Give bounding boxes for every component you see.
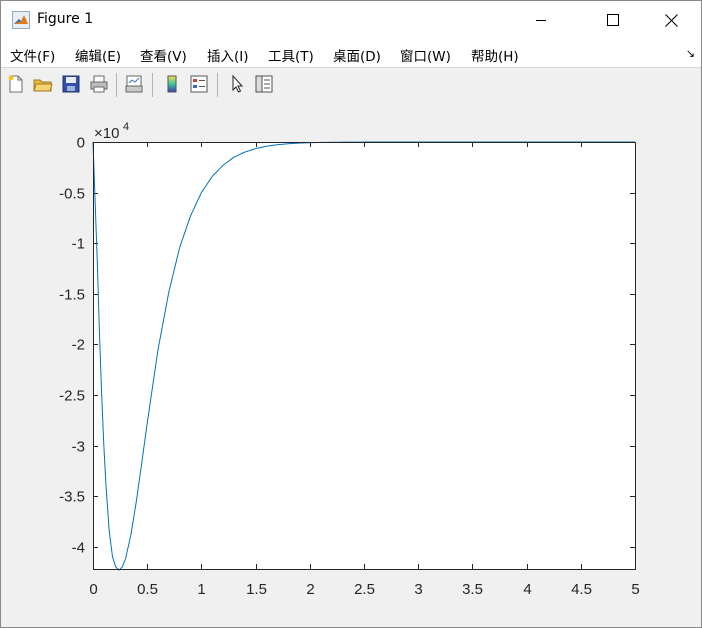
matlab-icon bbox=[12, 11, 30, 29]
open-file-button[interactable] bbox=[32, 73, 54, 95]
maximize-icon bbox=[607, 14, 619, 26]
x-tick-label: 1 bbox=[197, 581, 205, 598]
colorbar-icon bbox=[167, 75, 177, 93]
y-tick-label: 0 bbox=[77, 135, 85, 152]
legend-button[interactable] bbox=[188, 73, 210, 95]
save-icon bbox=[62, 75, 80, 93]
x-tick-label: 2 bbox=[306, 581, 314, 598]
legend-icon bbox=[190, 75, 208, 93]
figure-canvas[interactable]: 0 0.5 1 1.5 2 2.5 3 3.5 4 4.5 5 0 -0.5 -1 -1.5 -2 -2.5 -3… bbox=[1, 102, 701, 627]
menu-file[interactable]: 文件(F) bbox=[10, 45, 55, 65]
x-tick-label: 3 bbox=[414, 581, 422, 598]
toolbar-separator bbox=[152, 73, 153, 97]
x-tick-label: 3.5 bbox=[462, 581, 483, 598]
toolbar-separator bbox=[217, 73, 218, 97]
x-tick-label: 5 bbox=[631, 581, 639, 598]
toolbar-separator bbox=[116, 73, 117, 97]
x-tick-label: 0.5 bbox=[137, 581, 158, 598]
property-editor-button[interactable] bbox=[253, 73, 275, 95]
y-tick-label: -3 bbox=[72, 439, 85, 456]
menu-insert[interactable]: 插入(I) bbox=[207, 45, 249, 65]
x-tick-label: 4.5 bbox=[571, 581, 592, 598]
print-button[interactable] bbox=[88, 73, 110, 95]
window-title: Figure 1 bbox=[37, 11, 94, 27]
minimize-button[interactable] bbox=[518, 1, 564, 39]
x-tick-label: 1.5 bbox=[246, 581, 267, 598]
y-tick-label: -3.5 bbox=[59, 489, 85, 506]
minimize-icon bbox=[536, 20, 546, 21]
menu-desktop[interactable]: 桌面(D) bbox=[333, 45, 381, 65]
axes-background bbox=[93, 142, 635, 569]
y-tick-label: -4 bbox=[72, 540, 85, 557]
pointer-icon bbox=[232, 74, 244, 93]
close-button[interactable] bbox=[648, 1, 694, 39]
menu-window[interactable]: 窗口(W) bbox=[400, 45, 451, 65]
link-plot-button[interactable] bbox=[123, 73, 145, 95]
open-file-icon bbox=[33, 79, 53, 92]
menu-help[interactable]: 帮助(H) bbox=[471, 45, 519, 65]
figure-window: Figure 1 文件(F) 编辑(E) 查看(V) 插入(I) 工具(T) 桌… bbox=[0, 0, 702, 628]
y-tick-label: -1 bbox=[72, 236, 85, 253]
pointer-button[interactable] bbox=[226, 73, 248, 95]
y-tick-label: -0.5 bbox=[59, 186, 85, 203]
print-icon bbox=[90, 75, 108, 93]
maximize-button[interactable] bbox=[590, 1, 636, 39]
close-icon bbox=[664, 13, 678, 27]
x-tick-label: 4 bbox=[523, 581, 531, 598]
x-tick-label: 2.5 bbox=[354, 581, 375, 598]
colorbar-button[interactable] bbox=[161, 73, 183, 95]
y-exponent-label: ×10 bbox=[94, 125, 119, 142]
new-figure-button[interactable] bbox=[5, 73, 27, 95]
y-tick-label: -1.5 bbox=[59, 287, 85, 304]
x-tick-label: 0 bbox=[89, 581, 97, 598]
y-exponent-power: 4 bbox=[123, 121, 129, 133]
y-tick-label: -2 bbox=[72, 337, 85, 354]
title-bar[interactable]: Figure 1 bbox=[1, 1, 701, 39]
link-plot-icon bbox=[125, 75, 143, 93]
menu-view[interactable]: 查看(V) bbox=[140, 45, 187, 65]
property-editor-icon bbox=[255, 75, 273, 93]
y-tick-label: -2.5 bbox=[59, 388, 85, 405]
save-button[interactable] bbox=[60, 73, 82, 95]
menu-tools[interactable]: 工具(T) bbox=[268, 45, 314, 65]
menu-edit[interactable]: 编辑(E) bbox=[75, 45, 121, 65]
figure-toolbar bbox=[1, 67, 701, 103]
new-figure-icon bbox=[8, 75, 23, 93]
plot-svg[interactable]: 0 0.5 1 1.5 2 2.5 3 3.5 4 4.5 5 0 -0.5 -1 -1.5 -2 -2.5 -3… bbox=[1, 102, 701, 627]
menu-overflow-arrow-icon[interactable]: ↘ bbox=[686, 47, 695, 60]
menu-bar: 文件(F) 编辑(E) 查看(V) 插入(I) 工具(T) 桌面(D) 窗口(W… bbox=[1, 39, 701, 67]
